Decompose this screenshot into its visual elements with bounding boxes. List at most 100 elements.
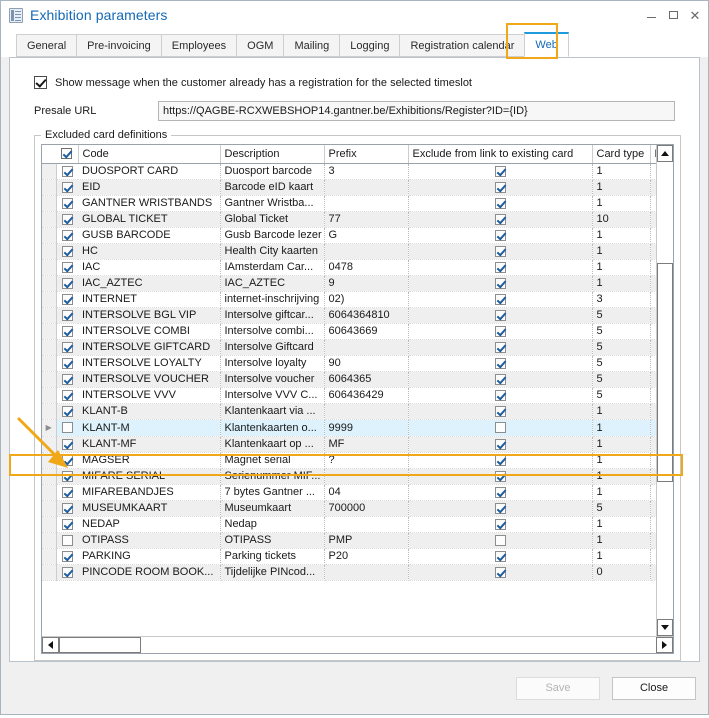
tab-general[interactable]: General xyxy=(16,34,76,57)
close-window-button[interactable]: ✕ xyxy=(684,2,706,28)
table-row[interactable]: IAC_AZTECIAC_AZTEC91 xyxy=(42,275,656,291)
row-enabled-cell[interactable] xyxy=(56,452,78,468)
cell-exclude[interactable] xyxy=(408,436,592,452)
row-checkbox[interactable] xyxy=(62,198,73,209)
row-enabled-cell[interactable] xyxy=(56,419,78,436)
row-selector[interactable] xyxy=(42,387,56,403)
close-button[interactable]: Close xyxy=(612,677,696,700)
table-row[interactable]: GANTNER WRISTBANDSGantner Wristba...1 xyxy=(42,195,656,211)
row-checkbox[interactable] xyxy=(62,262,73,273)
cell-exclude[interactable] xyxy=(408,211,592,227)
row-selector[interactable] xyxy=(42,468,56,484)
row-selector[interactable] xyxy=(42,564,56,580)
row-enabled-cell[interactable] xyxy=(56,339,78,355)
row-selector[interactable] xyxy=(42,532,56,548)
row-checkbox[interactable] xyxy=(495,230,506,241)
row-enabled-cell[interactable] xyxy=(56,259,78,275)
hscroll-track[interactable] xyxy=(59,637,656,653)
row-enabled-cell[interactable] xyxy=(56,516,78,532)
row-checkbox[interactable] xyxy=(495,406,506,417)
row-checkbox[interactable] xyxy=(495,551,506,562)
cell-exclude[interactable] xyxy=(408,419,592,436)
table-row[interactable]: PARKINGParking ticketsP201 xyxy=(42,548,656,564)
row-selector[interactable] xyxy=(42,500,56,516)
row-checkbox[interactable] xyxy=(495,294,506,305)
row-enabled-cell[interactable] xyxy=(56,436,78,452)
cell-exclude[interactable] xyxy=(408,275,592,291)
row-enabled-cell[interactable] xyxy=(56,468,78,484)
row-enabled-cell[interactable] xyxy=(56,403,78,419)
header-description[interactable]: Description xyxy=(220,145,324,163)
row-selector[interactable] xyxy=(42,163,56,179)
row-checkbox[interactable] xyxy=(62,567,73,578)
table-row[interactable]: PINCODE ROOM BOOK...Tijdelijke PINcod...… xyxy=(42,564,656,580)
tab-pre-invoicing[interactable]: Pre-invoicing xyxy=(76,34,161,57)
row-checkbox[interactable] xyxy=(62,278,73,289)
scroll-down-button[interactable] xyxy=(657,619,673,636)
save-button[interactable]: Save xyxy=(516,677,600,700)
table-row[interactable]: INTERNETinternet-inschrijving02)3 xyxy=(42,291,656,307)
header-select-all[interactable] xyxy=(56,145,78,163)
table-row[interactable]: MIFARE SERIALSerienummer MIF...1 xyxy=(42,468,656,484)
cell-exclude[interactable] xyxy=(408,468,592,484)
header-exclude[interactable]: Exclude from link to existing card xyxy=(408,145,592,163)
row-checkbox[interactable] xyxy=(62,182,73,193)
row-enabled-cell[interactable] xyxy=(56,500,78,516)
row-enabled-cell[interactable] xyxy=(56,548,78,564)
scroll-left-button[interactable] xyxy=(42,637,59,653)
row-enabled-cell[interactable] xyxy=(56,291,78,307)
table-row[interactable]: MIFAREBANDJES7 bytes Gantner ...041 xyxy=(42,484,656,500)
cell-exclude[interactable] xyxy=(408,403,592,419)
row-selector[interactable] xyxy=(42,243,56,259)
row-enabled-cell[interactable] xyxy=(56,307,78,323)
row-enabled-cell[interactable] xyxy=(56,484,78,500)
table-row[interactable]: INTERSOLVE BGL VIPIntersolve giftcar...6… xyxy=(42,307,656,323)
table-row[interactable]: INTERSOLVE GIFTCARDIntersolve Giftcard5 xyxy=(42,339,656,355)
show-message-checkbox-row[interactable]: Show message when the customer already h… xyxy=(34,76,689,89)
table-row[interactable]: EIDBarcode eID kaart1 xyxy=(42,179,656,195)
row-checkbox[interactable] xyxy=(62,214,73,225)
row-checkbox[interactable] xyxy=(495,503,506,514)
grid-horizontal-scrollbar[interactable] xyxy=(42,636,673,653)
row-checkbox[interactable] xyxy=(495,487,506,498)
cell-exclude[interactable] xyxy=(408,259,592,275)
row-selector[interactable] xyxy=(42,403,56,419)
row-enabled-cell[interactable] xyxy=(56,323,78,339)
row-selector[interactable] xyxy=(42,323,56,339)
cell-exclude[interactable] xyxy=(408,307,592,323)
table-row[interactable]: DUOSPORT CARDDuosport barcode31 xyxy=(42,163,656,179)
row-checkbox[interactable] xyxy=(495,246,506,257)
row-checkbox[interactable] xyxy=(62,487,73,498)
grid-vertical-scrollbar[interactable] xyxy=(656,145,673,636)
table-row[interactable]: INTERSOLVE COMBIIntersolve combi...60643… xyxy=(42,323,656,339)
table-row[interactable]: INTERSOLVE LOYALTYIntersolve loyalty905 xyxy=(42,355,656,371)
row-checkbox[interactable] xyxy=(62,310,73,321)
row-checkbox[interactable] xyxy=(62,230,73,241)
row-checkbox[interactable] xyxy=(62,246,73,257)
header-prefix[interactable]: Prefix xyxy=(324,145,408,163)
row-enabled-cell[interactable] xyxy=(56,275,78,291)
row-selector[interactable] xyxy=(42,339,56,355)
row-enabled-cell[interactable] xyxy=(56,227,78,243)
row-selector[interactable] xyxy=(42,371,56,387)
tab-mailing[interactable]: Mailing xyxy=(283,34,339,57)
tab-web[interactable]: Web xyxy=(524,32,568,57)
cell-exclude[interactable] xyxy=(408,195,592,211)
row-checkbox[interactable] xyxy=(62,422,73,433)
row-selector[interactable] xyxy=(42,275,56,291)
row-checkbox[interactable] xyxy=(495,214,506,225)
tab-employees[interactable]: Employees xyxy=(161,34,236,57)
row-checkbox[interactable] xyxy=(495,198,506,209)
row-selector[interactable] xyxy=(42,227,56,243)
row-checkbox[interactable] xyxy=(62,406,73,417)
row-checkbox[interactable] xyxy=(62,503,73,514)
row-enabled-cell[interactable] xyxy=(56,387,78,403)
table-row[interactable]: ▶KLANT-MKlantenkaarten o...99991 xyxy=(42,419,656,436)
cell-exclude[interactable] xyxy=(408,484,592,500)
table-row[interactable]: IACIAmsterdam Car...04781 xyxy=(42,259,656,275)
cell-exclude[interactable] xyxy=(408,516,592,532)
table-row[interactable]: INTERSOLVE VOUCHERIntersolve voucher6064… xyxy=(42,371,656,387)
row-enabled-cell[interactable] xyxy=(56,355,78,371)
tab-logging[interactable]: Logging xyxy=(339,34,399,57)
row-selector[interactable] xyxy=(42,211,56,227)
